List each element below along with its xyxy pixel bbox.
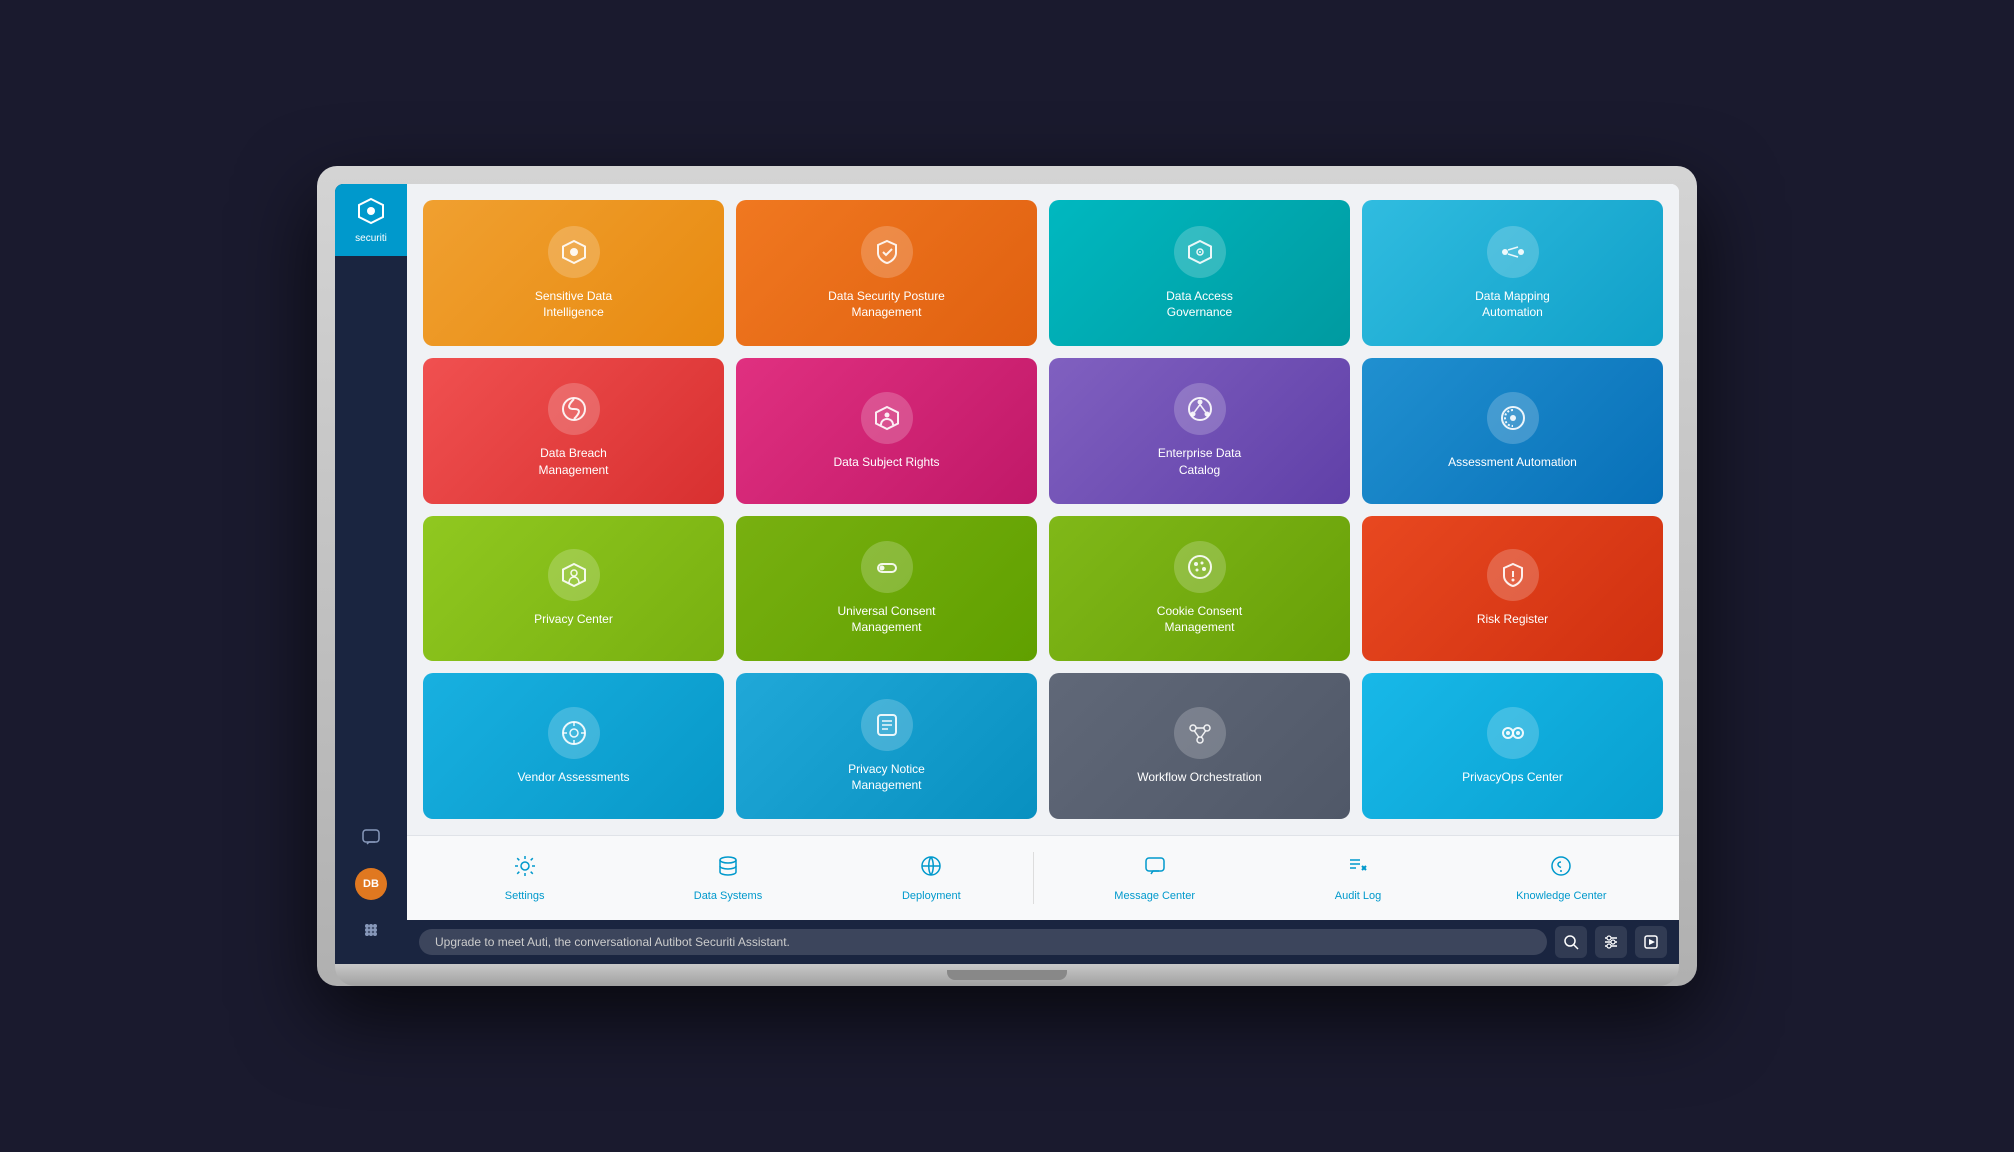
laptop-notch (947, 970, 1067, 980)
data-systems-label: Data Systems (694, 890, 762, 902)
settings-icon (513, 854, 537, 884)
tile-assessment-automation[interactable]: Assessment Automation (1362, 358, 1663, 504)
tile-data-security-posture-management[interactable]: Data Security PostureManagement (736, 200, 1037, 346)
vendor-assessments-label: Vendor Assessments (517, 769, 629, 785)
settings-label: Settings (505, 890, 545, 902)
sidebar-logo[interactable]: securiti (335, 184, 407, 256)
deployment-label: Deployment (902, 890, 961, 902)
tile-workflow-orchestration[interactable]: Workflow Orchestration (1049, 673, 1350, 819)
grid-row-1: Data BreachManagement Data Subject Right… (423, 358, 1663, 504)
data-mapping-automation-icon (1487, 226, 1539, 278)
enterprise-data-catalog-label: Enterprise DataCatalog (1158, 445, 1241, 477)
tile-privacyops-center[interactable]: PrivacyOps Center (1362, 673, 1663, 819)
bottom-tile-deployment[interactable]: Deployment (830, 844, 1033, 912)
data-subject-rights-label: Data Subject Rights (833, 454, 939, 470)
sensitive-data-intelligence-label: Sensitive DataIntelligence (535, 288, 612, 320)
tile-universal-consent-management[interactable]: Universal ConsentManagement (736, 516, 1037, 662)
workflow-orchestration-label: Workflow Orchestration (1137, 769, 1261, 785)
assessment-automation-icon (1487, 392, 1539, 444)
bottom-tile-message-center[interactable]: Message Center (1053, 844, 1256, 912)
privacy-notice-management-icon (861, 699, 913, 751)
knowledge-center-icon (1549, 854, 1573, 884)
search-icon[interactable] (1555, 926, 1587, 958)
data-security-posture-management-label: Data Security PostureManagement (828, 288, 945, 320)
tile-data-mapping-automation[interactable]: Data MappingAutomation (1362, 200, 1663, 346)
risk-register-label: Risk Register (1477, 611, 1548, 627)
data-access-governance-label: Data AccessGovernance (1166, 288, 1233, 320)
bottom-tile-knowledge-center[interactable]: Knowledge Center (1460, 844, 1663, 912)
user-avatar[interactable]: DB (355, 868, 387, 900)
grid-row-0: Sensitive DataIntelligence Data Security… (423, 200, 1663, 346)
data-subject-rights-icon (861, 392, 913, 444)
status-message: Upgrade to meet Auti, the conversational… (419, 929, 1547, 955)
message-center-icon (1143, 854, 1167, 884)
tile-privacy-notice-management[interactable]: Privacy NoticeManagement (736, 673, 1037, 819)
bottom-bar: Settings Data Systems Deployment Message… (407, 835, 1679, 920)
data-systems-icon (716, 854, 740, 884)
settings-icon[interactable] (1595, 926, 1627, 958)
tile-data-access-governance[interactable]: Data AccessGovernance (1049, 200, 1350, 346)
workflow-orchestration-icon (1174, 707, 1226, 759)
tile-sensitive-data-intelligence[interactable]: Sensitive DataIntelligence (423, 200, 724, 346)
tile-risk-register[interactable]: Risk Register (1362, 516, 1663, 662)
laptop-screen: securiti DB (335, 184, 1679, 964)
tile-grid: Sensitive DataIntelligence Data Security… (407, 184, 1679, 835)
bottom-divider (1033, 852, 1034, 904)
securiti-logo-icon (357, 197, 385, 231)
tile-data-breach-management[interactable]: Data BreachManagement (423, 358, 724, 504)
tile-cookie-consent-management[interactable]: Cookie ConsentManagement (1049, 516, 1350, 662)
cookie-consent-management-label: Cookie ConsentManagement (1157, 603, 1242, 635)
message-center-label: Message Center (1114, 890, 1195, 902)
tile-enterprise-data-catalog[interactable]: Enterprise DataCatalog (1049, 358, 1350, 504)
laptop-base (335, 964, 1679, 986)
data-mapping-automation-label: Data MappingAutomation (1475, 288, 1550, 320)
sidebar: securiti DB (335, 184, 407, 964)
data-access-governance-icon (1174, 226, 1226, 278)
privacy-center-icon (548, 549, 600, 601)
bottom-tile-data-systems[interactable]: Data Systems (626, 844, 829, 912)
bottom-tile-audit-log[interactable]: Audit Log (1256, 844, 1459, 912)
apps-icon[interactable] (353, 912, 389, 948)
knowledge-center-label: Knowledge Center (1516, 890, 1607, 902)
status-bar: Upgrade to meet Auti, the conversational… (407, 920, 1679, 964)
privacy-notice-management-label: Privacy NoticeManagement (848, 761, 925, 793)
chat-icon[interactable] (353, 820, 389, 856)
privacy-center-label: Privacy Center (534, 611, 613, 627)
laptop-outer: securiti DB (317, 166, 1697, 986)
universal-consent-management-icon (861, 541, 913, 593)
deployment-icon (919, 854, 943, 884)
sidebar-logo-text: securiti (355, 233, 387, 244)
sidebar-bottom: DB (353, 820, 389, 964)
privacyops-center-icon (1487, 707, 1539, 759)
status-actions (1555, 926, 1667, 958)
audit-log-label: Audit Log (1335, 890, 1381, 902)
assessment-automation-label: Assessment Automation (1448, 454, 1577, 470)
enterprise-data-catalog-icon (1174, 383, 1226, 435)
grid-row-3: Vendor Assessments Privacy NoticeManagem… (423, 673, 1663, 819)
data-security-posture-management-icon (861, 226, 913, 278)
tile-data-subject-rights[interactable]: Data Subject Rights (736, 358, 1037, 504)
tile-privacy-center[interactable]: Privacy Center (423, 516, 724, 662)
cookie-consent-management-icon (1174, 541, 1226, 593)
data-breach-management-label: Data BreachManagement (538, 445, 608, 477)
data-breach-management-icon (548, 383, 600, 435)
risk-register-icon (1487, 549, 1539, 601)
grid-row-2: Privacy Center Universal ConsentManageme… (423, 516, 1663, 662)
tile-vendor-assessments[interactable]: Vendor Assessments (423, 673, 724, 819)
bottom-tile-settings[interactable]: Settings (423, 844, 626, 912)
vendor-assessments-icon (548, 707, 600, 759)
play-icon[interactable] (1635, 926, 1667, 958)
privacyops-center-label: PrivacyOps Center (1462, 769, 1563, 785)
universal-consent-management-label: Universal ConsentManagement (837, 603, 935, 635)
sensitive-data-intelligence-icon (548, 226, 600, 278)
audit-log-icon (1346, 854, 1370, 884)
main-content: Sensitive DataIntelligence Data Security… (407, 184, 1679, 964)
